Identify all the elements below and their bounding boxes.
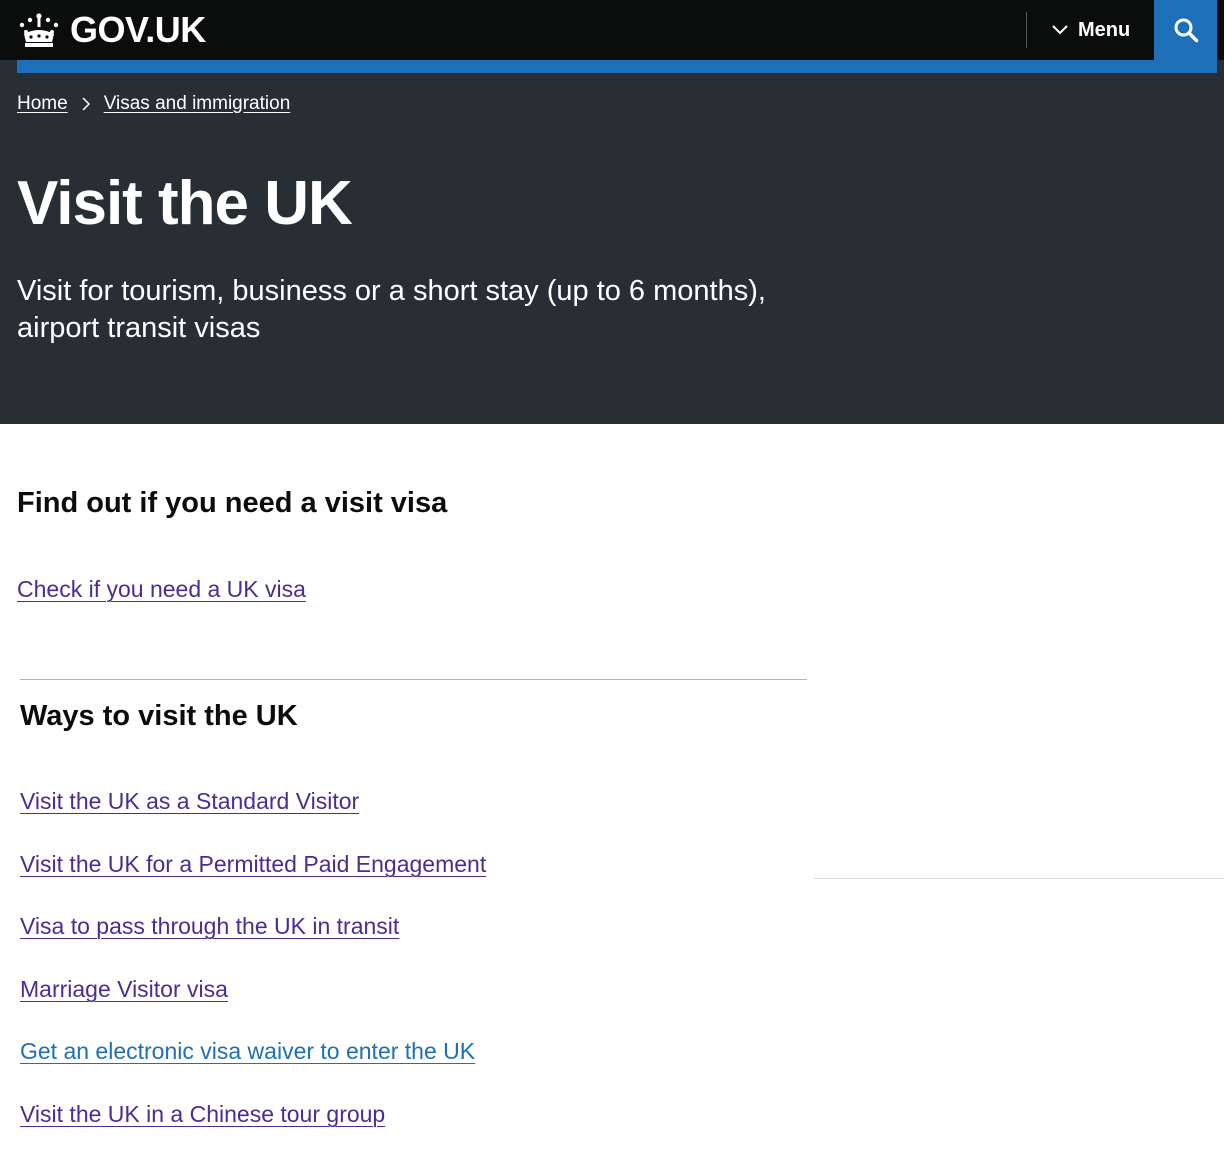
page-title: Visit the UK	[17, 169, 353, 238]
list-item-electronic-visa-waiver[interactable]: Get an electronic visa waiver to enter t…	[20, 1038, 475, 1065]
logo-text: GOV.UK	[70, 9, 206, 50]
find-out-heading: Find out if you need a visit visa	[17, 487, 448, 519]
chevron-right-icon	[82, 97, 90, 111]
hero-banner: Home Visas and immigration Visit the UK …	[0, 73, 1224, 424]
menu-label: Menu	[1078, 18, 1131, 41]
crown-icon	[19, 13, 59, 47]
list-item-chinese-tour-group[interactable]: Visit the UK in a Chinese tour group	[20, 1101, 385, 1128]
chevron-down-icon	[1052, 25, 1068, 35]
breadcrumb-visas-and-immigration[interactable]: Visas and immigration	[104, 93, 291, 115]
ways-heading: Ways to visit the UK	[20, 700, 298, 732]
header-divider	[1026, 12, 1027, 48]
list-item-transit-visa[interactable]: Visa to pass through the UK in transit	[20, 913, 399, 940]
menu-button[interactable]: Menu	[1038, 0, 1148, 60]
search-button[interactable]	[1154, 0, 1217, 60]
breadcrumb-home[interactable]: Home	[17, 93, 68, 115]
list-item-standard-visitor[interactable]: Visit the UK as a Standard Visitor	[20, 788, 359, 815]
site-header: GOV.UK Menu	[0, 0, 1224, 60]
page-description: Visit for tourism, business or a short s…	[17, 275, 766, 344]
list-item-marriage-visitor[interactable]: Marriage Visitor visa	[20, 976, 228, 1003]
header-blue-stripe	[17, 60, 1217, 73]
govuk-logo-link[interactable]: GOV.UK	[16, 8, 206, 52]
section-divider	[20, 679, 807, 680]
breadcrumb: Home Visas and immigration	[17, 93, 290, 115]
check-visa-link[interactable]: Check if you need a UK visa	[17, 576, 306, 603]
search-icon	[1174, 18, 1198, 43]
list-item-permitted-paid-engagement[interactable]: Visit the UK for a Permitted Paid Engage…	[20, 851, 486, 878]
